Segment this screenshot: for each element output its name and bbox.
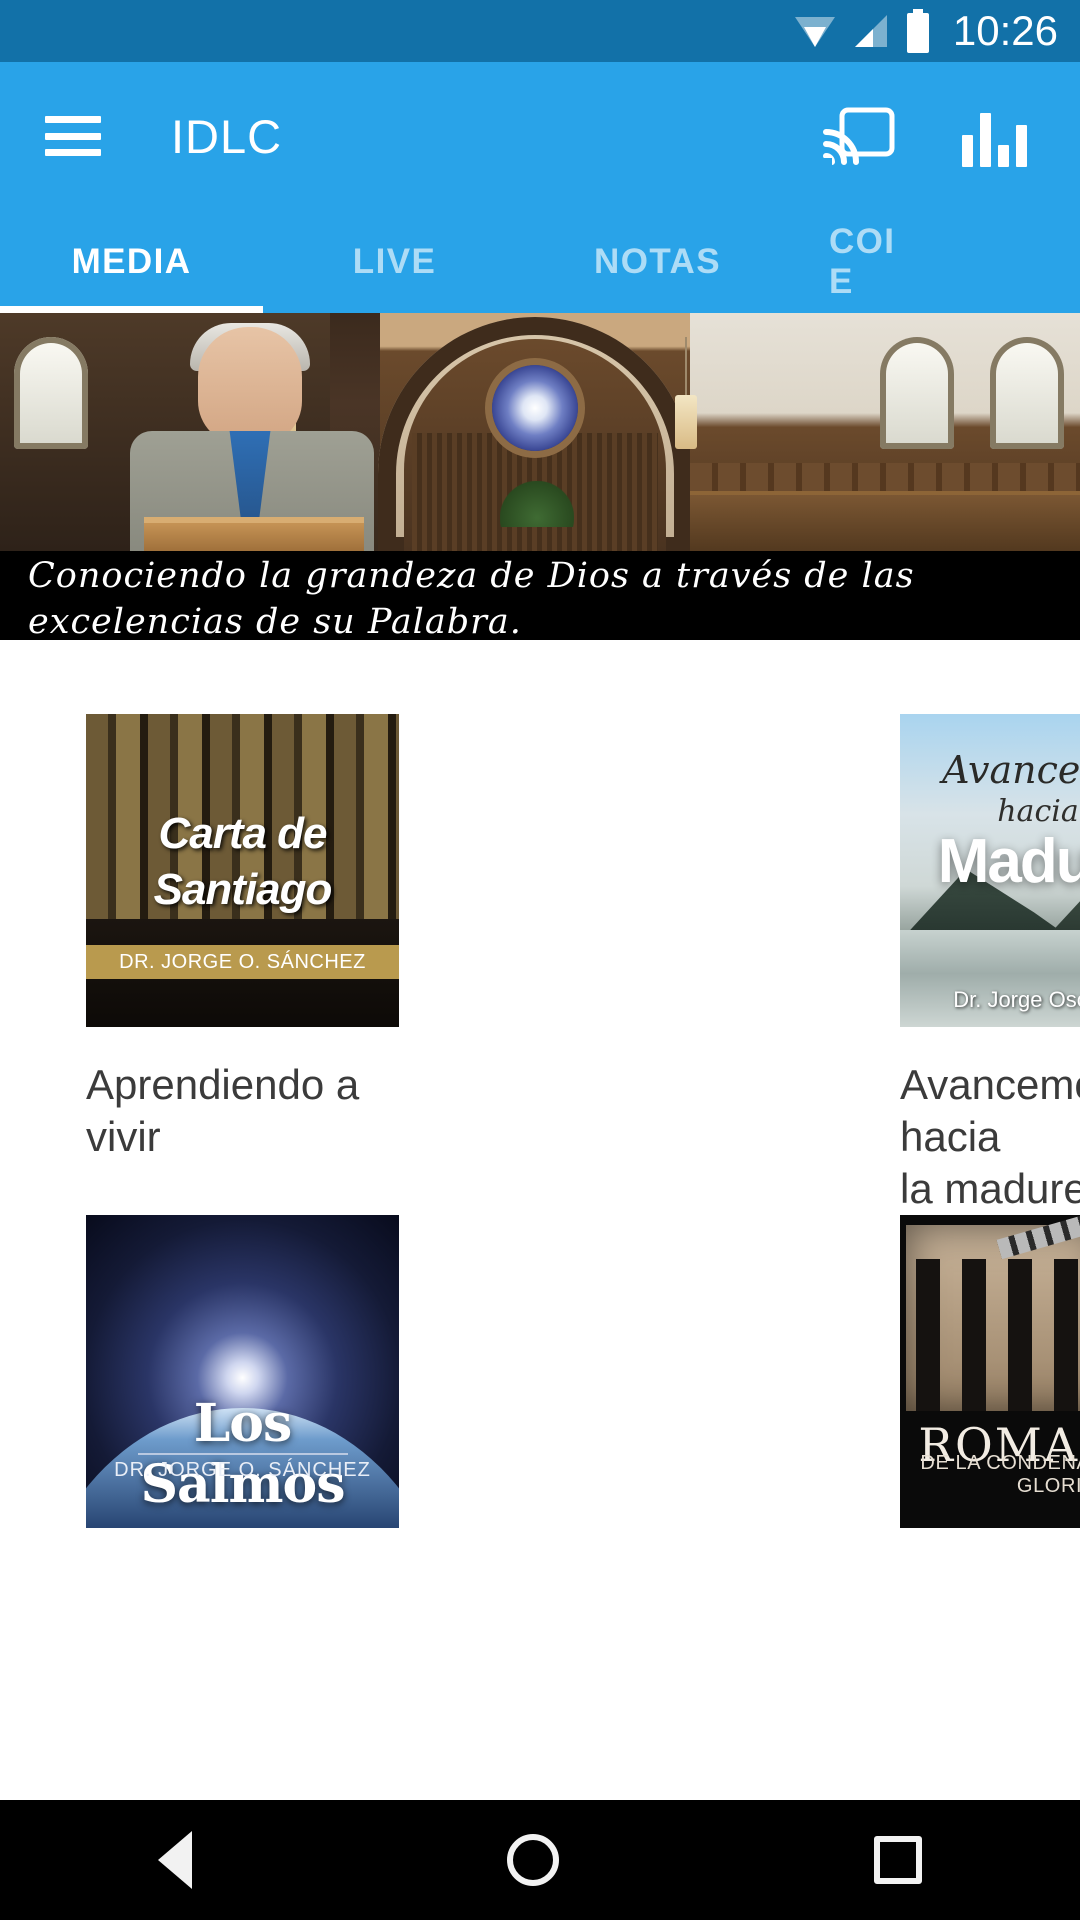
- tab-bar[interactable]: MEDIA LIVE NOTAS COI E: [0, 210, 1080, 313]
- hero-caption: Conociendo la grandeza de Dios a través …: [0, 551, 1080, 640]
- thumb-author-avancemos: Dr. Jorge Oscar Sánchez: [953, 987, 1080, 1012]
- status-bar: 10:26: [0, 0, 1080, 62]
- card-title-avancemos: Avancemos hacia la madurez: [900, 1061, 1080, 1212]
- tab-conferencias[interactable]: COI E: [789, 210, 1052, 313]
- avancemos-hacia-la-madurez-thumbnail[interactable]: Avancemos, hacia la Madurez Dr. Jorge Os…: [900, 714, 1080, 1027]
- hero-image: [0, 313, 1080, 551]
- media-card-aprendiendo-a-vivir[interactable]: Carta de Santiago DR. JORGE O. SÁNCHEZ A…: [0, 714, 416, 1215]
- back-triangle-icon[interactable]: [157, 1831, 192, 1889]
- carta-de-santiago-thumbnail[interactable]: Carta de Santiago DR. JORGE O. SÁNCHEZ: [86, 714, 399, 1027]
- tab-notas[interactable]: NOTAS: [526, 210, 789, 313]
- hero-banner[interactable]: Conociendo la grandeza de Dios a través …: [0, 313, 1080, 640]
- wifi-icon: [793, 13, 837, 49]
- app-screen: 10:26 IDLC MEDIA LIVE NOTAS COI E Conoci…: [0, 0, 1080, 1920]
- battery-icon: [905, 9, 931, 53]
- card-title-aprendiendo: Aprendiendo a vivir: [86, 1061, 360, 1160]
- hamburger-menu-icon[interactable]: [45, 116, 101, 156]
- media-card-avancemos-hacia-la-madurez[interactable]: Avancemos, hacia la Madurez Dr. Jorge Os…: [416, 714, 1080, 1215]
- thumb-subtitle-romanos: DE LA CONDENACIÓN A LA GLORIA: [920, 1452, 1080, 1497]
- status-icons: [793, 9, 931, 53]
- app-bar: IDLC: [0, 62, 1080, 210]
- tab-conferencias-label: COI E: [829, 221, 896, 301]
- home-circle-icon[interactable]: [506, 1834, 559, 1886]
- system-nav-bar: [0, 1800, 1080, 1920]
- media-card-los-salmos[interactable]: Los Salmos DR. JORGE O. SÁNCHEZ: [0, 1215, 416, 1560]
- thumb-line3-avancemos: Madurez: [937, 827, 1080, 896]
- thumb-author-santiago: DR. JORGE O. SÁNCHEZ: [119, 950, 366, 973]
- media-grid: Carta de Santiago DR. JORGE O. SÁNCHEZ A…: [0, 640, 1080, 1528]
- romanos-thumbnail[interactable]: ROMANOS DE LA CONDENACIÓN A LA GLORIA: [900, 1215, 1080, 1528]
- hero-caption-line2: excelencias de su Palabra.: [28, 602, 522, 640]
- cast-icon[interactable]: [822, 106, 896, 166]
- tab-media-label: MEDIA: [71, 241, 192, 281]
- signal-icon: [851, 13, 891, 49]
- los-salmos-thumbnail[interactable]: Los Salmos DR. JORGE O. SÁNCHEZ: [86, 1215, 399, 1528]
- thumb-author-salmos: DR. JORGE O. SÁNCHEZ: [114, 1459, 371, 1481]
- tab-live-label: LIVE: [352, 241, 437, 281]
- thumb-title-santiago: Carta de Santiago: [153, 809, 333, 914]
- media-card-romanos[interactable]: ROMANOS DE LA CONDENACIÓN A LA GLORIA: [416, 1215, 1080, 1560]
- tab-live[interactable]: LIVE: [263, 210, 526, 313]
- status-time: 10:26: [952, 7, 1058, 54]
- hero-caption-line1: Conociendo la grandeza de Dios a través …: [28, 556, 915, 596]
- recents-square-icon[interactable]: [874, 1836, 923, 1884]
- app-title: IDLC: [171, 109, 283, 163]
- thumb-line2-avancemos: hacia la: [997, 794, 1080, 829]
- tab-media[interactable]: MEDIA: [0, 210, 263, 313]
- thumb-author-band-santiago: DR. JORGE O. SÁNCHEZ: [86, 945, 399, 979]
- equalizer-icon[interactable]: [962, 105, 1028, 167]
- thumb-line1-avancemos: Avancemos,: [942, 748, 1080, 792]
- tab-notas-label: NOTAS: [594, 241, 721, 281]
